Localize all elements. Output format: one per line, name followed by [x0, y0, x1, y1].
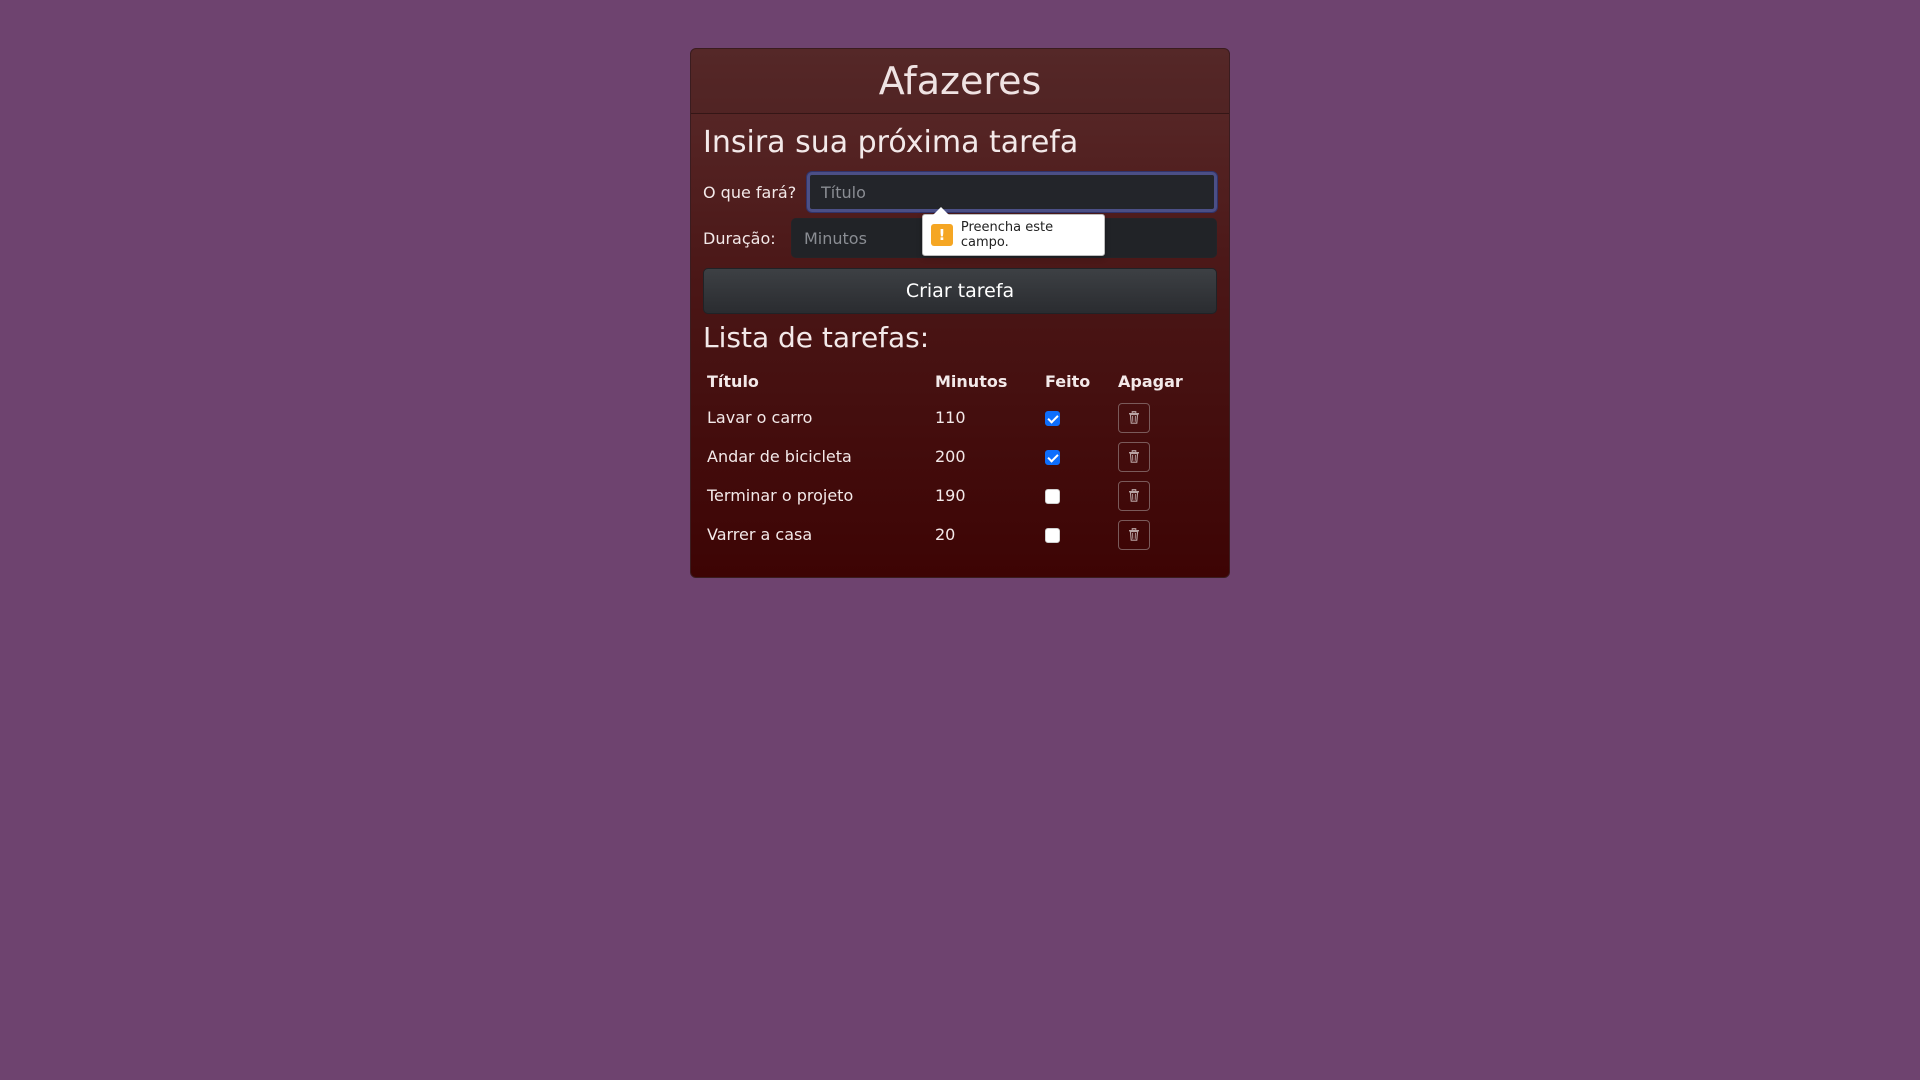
- task-title: Terminar o projeto: [707, 486, 854, 505]
- delete-task-button[interactable]: [1118, 519, 1150, 550]
- table-row: Andar de bicicleta 200: [703, 437, 1217, 476]
- task-delete-cell: [1114, 398, 1217, 437]
- column-header-done: Feito: [1045, 371, 1091, 391]
- task-done-checkbox[interactable]: [1045, 450, 1060, 465]
- trash-icon: [1128, 489, 1140, 502]
- task-done-cell: [1041, 398, 1114, 437]
- task-title: Lavar o carro: [707, 408, 813, 427]
- duration-label: Duração:: [703, 228, 776, 248]
- column-header-minutes: Minutos: [935, 371, 1008, 391]
- column-header-delete: Apagar: [1118, 371, 1183, 391]
- task-done-checkbox[interactable]: [1045, 489, 1060, 504]
- task-minutes: 110: [935, 408, 966, 427]
- table-row: Lavar o carro 110: [703, 398, 1217, 437]
- task-delete-cell: [1114, 515, 1217, 554]
- card-header: Afazeres: [691, 49, 1229, 114]
- delete-task-button[interactable]: [1118, 402, 1150, 433]
- table-row: Varrer a casa 20: [703, 515, 1217, 554]
- title-row: O que fará?: [703, 172, 1217, 212]
- trash-icon: [1128, 411, 1140, 424]
- create-task-button[interactable]: Criar tarefa: [703, 268, 1217, 314]
- table-row: Terminar o projeto 190: [703, 476, 1217, 515]
- trash-icon: [1128, 450, 1140, 463]
- delete-task-button[interactable]: [1118, 441, 1150, 472]
- task-done-cell: [1041, 515, 1114, 554]
- task-title: Varrer a casa: [707, 525, 813, 544]
- task-done-cell: [1041, 437, 1114, 476]
- title-input[interactable]: [807, 172, 1217, 212]
- title-label: O que fará?: [703, 182, 797, 202]
- task-delete-cell: [1114, 437, 1217, 476]
- task-title: Andar de bicicleta: [707, 447, 852, 466]
- todo-card: Afazeres Insira sua próxima tarefa O que…: [690, 48, 1230, 578]
- table-header-row: Título Minutos Feito Apagar: [703, 364, 1217, 398]
- trash-icon: [1128, 528, 1140, 541]
- delete-task-button[interactable]: [1118, 480, 1150, 511]
- task-done-checkbox[interactable]: [1045, 411, 1060, 426]
- task-done-cell: [1041, 476, 1114, 515]
- task-table: Título Minutos Feito Apagar Lavar o carr…: [703, 364, 1217, 554]
- task-minutes: 200: [935, 447, 966, 466]
- app-title: Afazeres: [878, 59, 1042, 103]
- task-minutes: 190: [935, 486, 966, 505]
- warning-icon: !: [931, 224, 953, 246]
- validation-message: Preencha este campo.: [960, 220, 1054, 250]
- task-minutes: 20: [935, 525, 956, 544]
- validation-tooltip: ! Preencha este campo.: [922, 207, 1105, 256]
- form-heading: Insira sua próxima tarefa: [703, 125, 1079, 160]
- list-heading: Lista de tarefas:: [703, 321, 930, 354]
- task-done-checkbox[interactable]: [1045, 528, 1060, 543]
- task-delete-cell: [1114, 476, 1217, 515]
- column-header-title: Título: [707, 371, 759, 391]
- card-body: Insira sua próxima tarefa O que fará? Du…: [691, 114, 1229, 566]
- task-list: Lavar o carro 110 Andar de bicicleta 200 Ter…: [703, 398, 1217, 554]
